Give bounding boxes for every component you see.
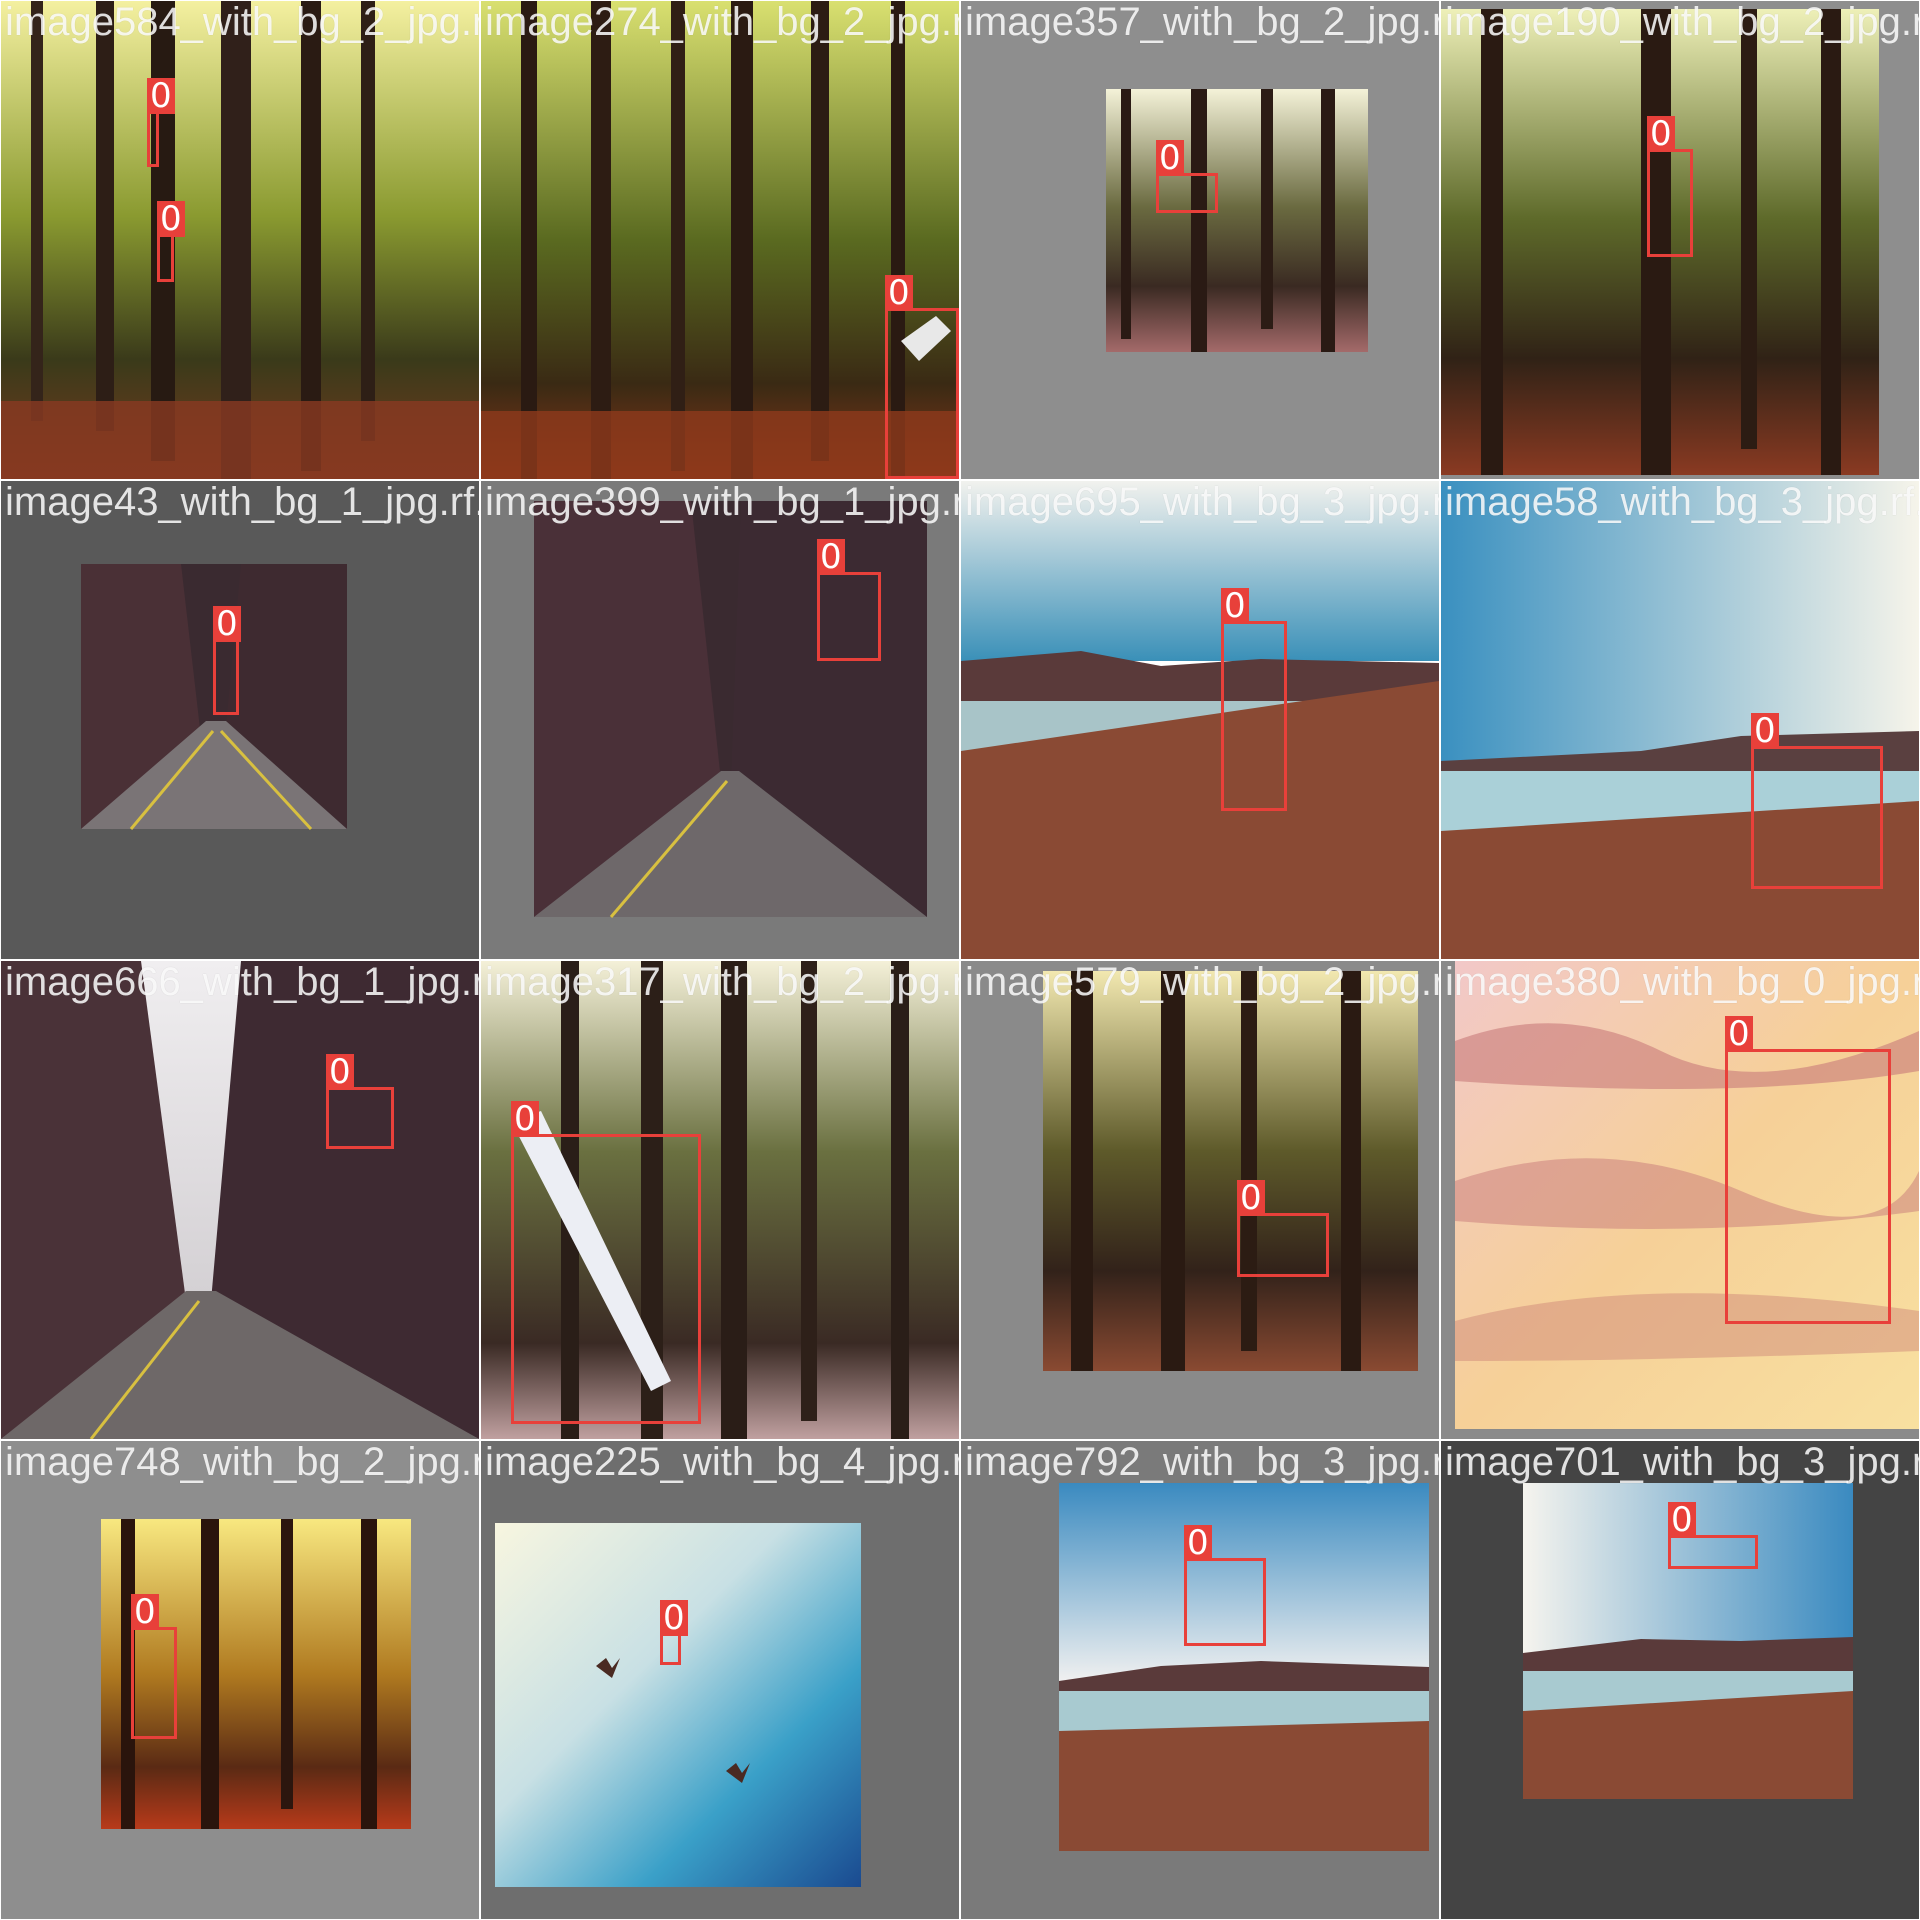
detection-box[interactable]: 0: [1184, 1525, 1266, 1646]
detection-box[interactable]: 0: [157, 201, 185, 282]
detection-box[interactable]: 0: [817, 539, 881, 661]
class-label: 0: [1184, 1525, 1212, 1561]
class-label: 0: [660, 1600, 688, 1636]
forest-icon: [961, 1, 1439, 479]
detection-box[interactable]: 0: [1156, 140, 1218, 213]
detection-box[interactable]: 0: [131, 1594, 177, 1739]
tile-10[interactable]: image317_with_bg_2_jpg.rf.edc68e57d4b34 …: [481, 961, 959, 1439]
tile-15[interactable]: image792_with_bg_3_jpg.rf.c85d07030c3441…: [961, 1441, 1439, 1919]
tile-14[interactable]: image225_with_bg_4_jpg.rf.341437921d0b32…: [481, 1441, 959, 1919]
class-label: 0: [817, 539, 845, 575]
detection-box[interactable]: 0: [1221, 588, 1287, 811]
detection-box[interactable]: 0: [1751, 713, 1883, 889]
tile-12[interactable]: image380_with_bg_0_jpg.rf. 0: [1441, 961, 1919, 1439]
class-label: 0: [1237, 1180, 1265, 1216]
tile-1[interactable]: image584_with_bg_2_jpg.rf.65a3b274e08bbb…: [1, 1, 479, 479]
city-street-icon: [481, 481, 959, 959]
class-label: 0: [1647, 116, 1675, 152]
forest-icon: [1, 1441, 479, 1919]
class-label: 0: [213, 606, 241, 642]
class-label: 0: [1156, 140, 1184, 176]
detection-box[interactable]: 0: [147, 78, 175, 167]
tile-13[interactable]: image748_with_bg_2_jpg.rf.2f679f255d8d45…: [1, 1441, 479, 1919]
detection-box[interactable]: 0: [1668, 1502, 1758, 1569]
tile-16[interactable]: image701_with_bg_3_jpg.rf. 0: [1441, 1441, 1919, 1919]
class-label: 0: [1221, 588, 1249, 624]
class-label: 0: [511, 1101, 539, 1137]
city-street-icon: [1, 481, 479, 959]
detection-box[interactable]: 0: [660, 1600, 688, 1665]
class-label: 0: [131, 1594, 159, 1630]
class-label: 0: [157, 201, 185, 237]
detection-box[interactable]: 0: [511, 1101, 701, 1424]
detection-box[interactable]: 0: [1725, 1016, 1891, 1324]
tile-4[interactable]: image190_with_bg_2_jpg.rf. 0: [1441, 1, 1919, 479]
tile-9[interactable]: image666_with_bg_1_jpg.rf.424e5717b8ca 0: [1, 961, 479, 1439]
class-label: 0: [885, 275, 913, 311]
tile-3[interactable]: image357_with_bg_2_jpg.rf.e3fdc980df6ce …: [961, 1, 1439, 479]
image-grid: image584_with_bg_2_jpg.rf.65a3b274e08bbb…: [0, 0, 1920, 1920]
city-street-icon: [1, 961, 479, 1439]
class-label: 0: [1751, 713, 1779, 749]
tile-5[interactable]: image43_with_bg_1_jpg.rf.8d18ef39bd06d6 …: [1, 481, 479, 959]
forest-icon: [961, 961, 1439, 1439]
detection-box[interactable]: 0: [326, 1054, 394, 1149]
detection-box[interactable]: 0: [1237, 1180, 1329, 1277]
detection-box[interactable]: 0: [885, 275, 959, 479]
tile-11[interactable]: image579_with_bg_2_jpg.rf.11d6638097 0: [961, 961, 1439, 1439]
class-label: 0: [1725, 1016, 1753, 1052]
class-label: 0: [326, 1054, 354, 1090]
class-label: 0: [147, 78, 175, 114]
tile-2[interactable]: image274_with_bg_2_jpg.rf.d19133df6211d3…: [481, 1, 959, 479]
tile-8[interactable]: image58_with_bg_3_jpg.rf. 0: [1441, 481, 1919, 959]
sky-birds-icon: [481, 1441, 959, 1919]
class-label: 0: [1668, 1502, 1696, 1538]
lake-landscape-icon: [961, 1441, 1439, 1919]
tile-7[interactable]: image695_with_bg_3_jpg.rf.194a5 0: [961, 481, 1439, 959]
lake-landscape-icon: [961, 481, 1439, 959]
detection-box[interactable]: 0: [213, 606, 241, 715]
tile-6[interactable]: image399_with_bg_1_jpg.rf.b3757391010d18…: [481, 481, 959, 959]
detection-box[interactable]: 0: [1647, 116, 1693, 257]
forest-icon: [1, 1, 479, 479]
